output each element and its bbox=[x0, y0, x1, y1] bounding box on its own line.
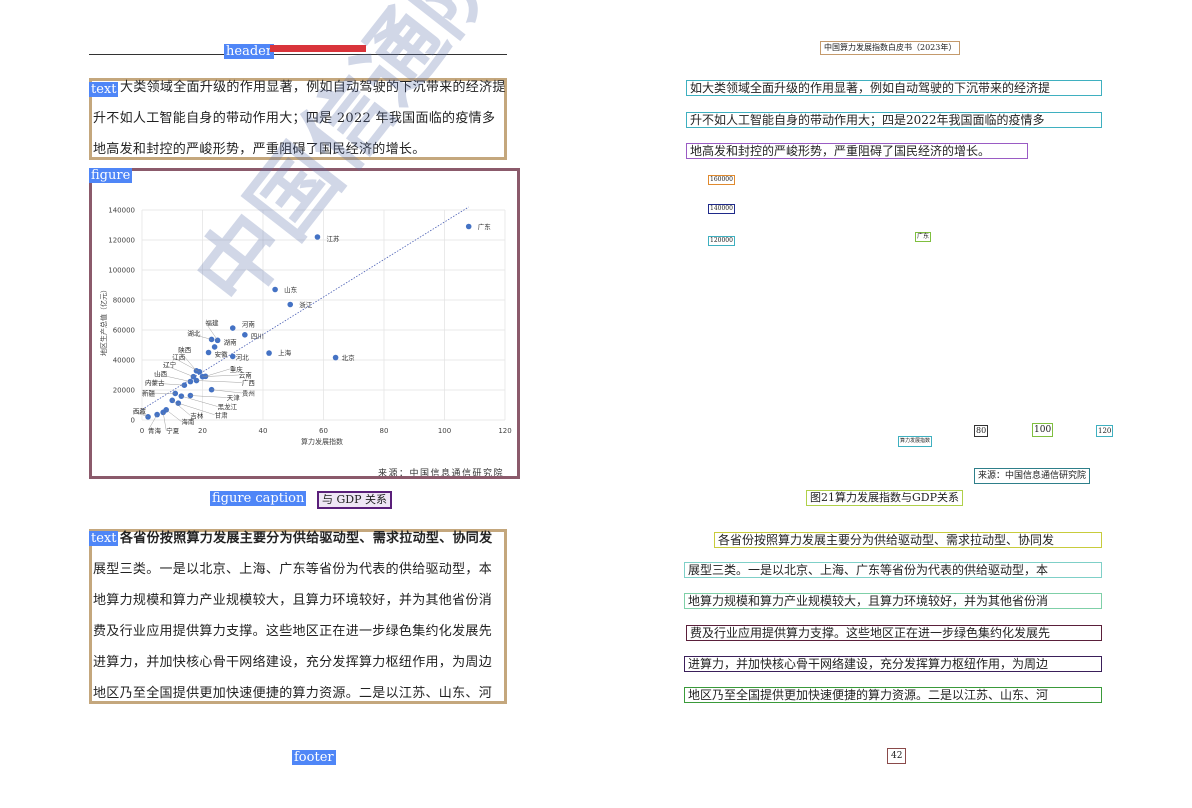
data-point-湖北 bbox=[208, 336, 215, 343]
para2-line-6: 地区乃至全国提供更加快速便捷的算力资源。二是以江苏、山东、河 bbox=[93, 686, 493, 701]
header-label: header bbox=[224, 44, 275, 59]
y-tick-label: 80000 bbox=[113, 297, 135, 305]
text-label-1: text bbox=[89, 82, 119, 97]
point-label: 广西 bbox=[242, 378, 256, 387]
x-tick-label: 60 bbox=[319, 427, 328, 435]
right-para2-line-3: 地算力规模和算力产业规模较大，且算力环境较好，并为其他省份消 bbox=[684, 593, 1102, 609]
y-tick-label: 120000 bbox=[108, 237, 135, 245]
para2-line-4: 费及行业应用提供算力支撑。这些地区正在进一步绿色集约化发展先 bbox=[93, 624, 493, 639]
chart-xlabel: 算力发展指数 bbox=[301, 437, 343, 446]
right-para2-line-2: 展型三类。一是以北京、上海、广东等省份为代表的供给驱动型，本 bbox=[684, 562, 1102, 578]
right-para2-line-1: 各省份按照算力发展主要分为供给驱动型、需求拉动型、协同发 bbox=[714, 532, 1102, 548]
right-header: 中国算力发展指数白皮书（2023年） bbox=[820, 41, 961, 55]
right-tick-80: 80 bbox=[974, 425, 989, 437]
para2-line-1: 各省份按照算力发展主要分为供给驱动型、需求拉动型、协同发 bbox=[120, 531, 493, 546]
point-label: 浙江 bbox=[299, 300, 313, 309]
data-point-浙江 bbox=[287, 301, 294, 308]
point-label: 甘肃 bbox=[215, 410, 229, 419]
data-point-西藏 bbox=[145, 414, 151, 420]
point-label: 新疆 bbox=[142, 389, 156, 398]
leader-line bbox=[181, 395, 218, 407]
right-para1-line-2: 升不如人工智能自身的带动作用大；四是2022年我国面临的疫情多 bbox=[686, 112, 1102, 128]
y-tick-label: 40000 bbox=[113, 357, 135, 365]
point-label: 福建 bbox=[206, 318, 220, 327]
point-label: 天津 bbox=[227, 394, 241, 402]
right-para2-line-5: 进算力，并加快核心骨干网络建设，充分发挥算力枢纽作用，为周边 bbox=[684, 656, 1102, 672]
x-tick-label: 80 bbox=[380, 427, 389, 435]
point-label: 山西 bbox=[154, 369, 168, 378]
point-label: 海南 bbox=[181, 417, 195, 426]
data-point-上海 bbox=[266, 350, 272, 356]
x-tick-label: 0 bbox=[140, 427, 144, 435]
data-point-河北 bbox=[229, 353, 236, 360]
right-caption: 图21算力发展指数与GDP关系 bbox=[806, 490, 964, 506]
figure-caption-tail: 与 GDP 关系 bbox=[317, 491, 393, 509]
right-tick-160000: 160000 bbox=[708, 175, 735, 185]
right-source: 来源：中国信息通信研究院 bbox=[974, 468, 1091, 484]
data-point-安徽 bbox=[205, 349, 212, 356]
right-para1-line-3: 地高发和封控的严峻形势，严重阻碍了国民经济的增长。 bbox=[686, 143, 1028, 159]
point-label: 四川 bbox=[251, 333, 264, 341]
point-label: 湖北 bbox=[187, 329, 201, 338]
point-label: 广东 bbox=[478, 222, 492, 231]
right-axis-title: 算力发展指数 bbox=[898, 436, 933, 447]
chart-ylabel: 地区生产总值（亿元） bbox=[99, 286, 108, 356]
point-label: 上海 bbox=[278, 348, 292, 357]
footer-label: footer bbox=[292, 750, 336, 765]
x-tick-label: 120 bbox=[498, 427, 511, 435]
data-point-河南 bbox=[229, 325, 236, 331]
point-label: 河北 bbox=[236, 354, 250, 362]
leader-line bbox=[190, 395, 227, 398]
text-label-2: text bbox=[89, 531, 119, 546]
data-point-北京 bbox=[332, 354, 339, 361]
right-para2-line-6: 地区乃至全国提供更加快速便捷的算力资源。二是以江苏、山东、河 bbox=[684, 687, 1102, 703]
point-label: 辽宁 bbox=[163, 360, 177, 369]
right-tick-100: 100 bbox=[1032, 423, 1054, 437]
y-tick-label: 140000 bbox=[108, 207, 135, 215]
point-label: 安徽 bbox=[215, 350, 229, 359]
y-tick-label: 100000 bbox=[108, 267, 135, 275]
point-label: 湖南 bbox=[224, 338, 238, 347]
figure-caption-label: figure caption bbox=[210, 491, 307, 506]
leader-line bbox=[172, 400, 191, 416]
point-label: 黑龙江 bbox=[218, 402, 238, 411]
leader-line bbox=[205, 368, 230, 377]
right-label-guangdong: 广东 bbox=[915, 232, 932, 242]
y-tick-label: 20000 bbox=[113, 387, 135, 395]
point-label: 贵州 bbox=[242, 389, 255, 398]
para2-line-3: 地算力规模和算力产业规模较大，且算力环境较好，并为其他省份消 bbox=[93, 593, 493, 608]
x-tick-label: 100 bbox=[438, 427, 451, 435]
data-point-广东 bbox=[465, 223, 472, 230]
right-para2-line-4: 费及行业应用提供算力支撑。这些地区正在进一步绿色集约化发展先 bbox=[686, 625, 1102, 641]
data-point-四川 bbox=[242, 332, 248, 338]
point-label: 内蒙古 bbox=[145, 378, 165, 387]
data-point-湖南 bbox=[211, 344, 218, 350]
chart-source: 来源：中国信息通信研究院 bbox=[378, 467, 504, 476]
leader-line bbox=[196, 380, 242, 383]
right-tick-120: 120 bbox=[1096, 425, 1114, 437]
right-page-number: 42 bbox=[887, 748, 907, 764]
right-tick-140000: 140000 bbox=[708, 204, 735, 214]
right-para1-line-1: 如大类领域全面升级的作用显著，例如自动驾驶的下沉带来的经济提 bbox=[686, 80, 1102, 96]
para2-line-2: 展型三类。一是以北京、上海、广东等省份为代表的供给驱动型，本 bbox=[93, 562, 493, 577]
point-label: 北京 bbox=[342, 353, 356, 362]
point-label: 西藏 bbox=[133, 407, 147, 416]
y-tick-label: 60000 bbox=[113, 327, 135, 335]
x-tick-label: 20 bbox=[198, 427, 207, 435]
x-tick-label: 40 bbox=[259, 427, 268, 435]
right-tick-120000: 120000 bbox=[708, 236, 735, 246]
point-label: 青海 bbox=[148, 426, 162, 435]
y-tick-label: 0 bbox=[131, 417, 135, 425]
point-label: 宁夏 bbox=[166, 426, 180, 435]
para2-line-5: 进算力，并加快核心骨干网络建设，充分发挥算力枢纽作用，为周边 bbox=[93, 655, 493, 670]
